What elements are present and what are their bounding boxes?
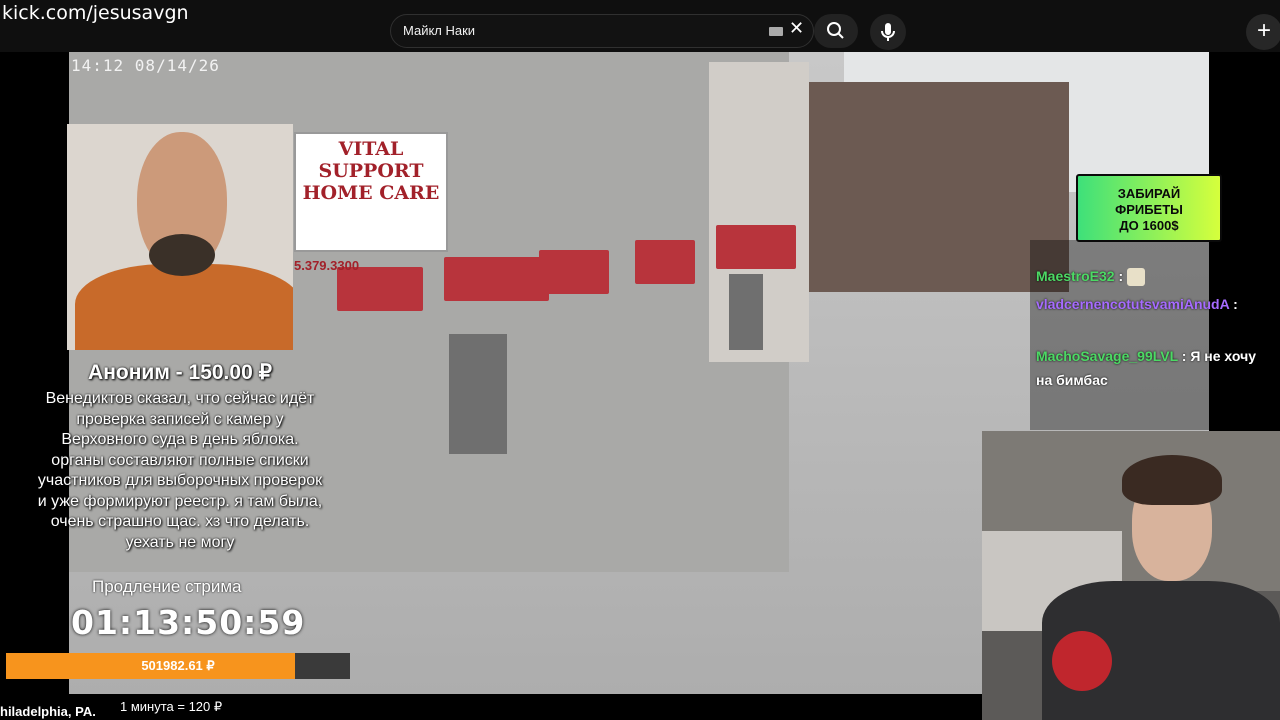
awning	[635, 240, 695, 284]
awning	[539, 250, 609, 294]
chat-text: Я не хочу	[1190, 348, 1256, 364]
message-line: проверка записей с камер у	[76, 410, 284, 428]
message-line: Верховного суда в день яблока.	[61, 431, 299, 448]
microphone-icon	[881, 23, 895, 41]
streamer-webcam	[982, 431, 1280, 720]
subathon-rate: 1 минута = 120 ₽	[120, 699, 223, 714]
subathon-timer: 01:13:50:59	[71, 603, 306, 642]
sign-phone: 5.379.3300	[294, 258, 360, 273]
awning	[444, 257, 549, 301]
donation-alert: Аноним - 150.00 ₽ Венедиктов сказал, что…	[18, 360, 342, 553]
message-line: органы составляют полные списки	[51, 451, 309, 469]
search-input[interactable]: Майкл Наки	[403, 23, 475, 38]
message-line: очень страшно щас. хз что делать.	[50, 513, 310, 530]
promo-line: ФРИБЕТЫ	[1115, 202, 1183, 217]
microphone	[1052, 631, 1112, 691]
emote-icon	[1127, 268, 1146, 287]
voice-search-button[interactable]	[870, 14, 906, 50]
far-row-houses	[769, 82, 1069, 292]
search-box[interactable]: Майкл Наки ✕	[390, 14, 814, 48]
streamer-hair	[1122, 455, 1222, 505]
chat-username[interactable]: vladcernencotutsvamiAnudA	[1036, 296, 1229, 312]
camera-timestamp: 14:12 08/14/26	[71, 56, 220, 75]
progress-amount: 501982.61 ₽	[141, 658, 215, 673]
message-line: и уже формируют реестр. я там была,	[37, 492, 323, 510]
search-button[interactable]	[814, 14, 858, 48]
shop-shutter	[729, 274, 763, 350]
chat-message: на бимбас	[1036, 372, 1108, 388]
close-icon[interactable]: ✕	[789, 18, 804, 39]
message-line: участников для выборочных проверок	[37, 472, 323, 489]
sign-title: VITAL SUPPORT HOME CARE	[302, 138, 440, 204]
awning	[716, 225, 796, 269]
person-shirt	[75, 264, 293, 350]
browser-top-bar: kick.com/jesusavgn Майкл Наки ✕ +	[0, 0, 1280, 52]
person-beard	[149, 234, 215, 276]
keyboard-icon[interactable]	[769, 27, 783, 36]
donor-video	[67, 124, 293, 350]
promo-line: ДО 1600$	[1119, 218, 1179, 233]
donation-progress-bar: 501982.61 ₽	[6, 653, 350, 679]
shop-shutter	[449, 334, 507, 454]
chat-message: MaestroE32 :	[1036, 268, 1146, 287]
chat-overlay: MaestroE32 : vladcernencotutsvamiAnudA :…	[1030, 240, 1270, 430]
channel-url: kick.com/jesusavgn	[2, 2, 189, 24]
awning	[337, 267, 423, 311]
chat-message: MachoSavage_99LVL : Я не хочу	[1036, 348, 1256, 364]
camera-location: hiladelphia, PA.	[0, 704, 96, 719]
search-icon	[827, 22, 844, 39]
promo-banner[interactable]: ЗАБИРАЙ ФРИБЕТЫ ДО 1600$	[1076, 174, 1222, 242]
chat-text: на бимбас	[1036, 372, 1108, 388]
promo-text: ЗАБИРАЙ ФРИБЕТЫ ДО 1600$	[1078, 176, 1220, 234]
message-line: Венедиктов сказал, что сейчас идёт	[45, 390, 315, 407]
chat-username[interactable]: MaestroE32	[1036, 268, 1115, 284]
donation-message: Венедиктов сказал, что сейчас идёт прове…	[18, 389, 342, 553]
create-button[interactable]: +	[1246, 14, 1280, 50]
chat-message: vladcernencotutsvamiAnudA :	[1036, 296, 1238, 312]
subathon-label: Продление стрима	[92, 577, 242, 596]
message-line: уехать не могу	[125, 533, 235, 551]
donor-line: Аноним - 150.00 ₽	[88, 361, 272, 384]
chat-username[interactable]: MachoSavage_99LVL	[1036, 348, 1178, 364]
promo-line: ЗАБИРАЙ	[1117, 186, 1181, 201]
plus-icon: +	[1256, 17, 1271, 44]
store-sign: VITAL SUPPORT HOME CARE	[294, 132, 448, 252]
